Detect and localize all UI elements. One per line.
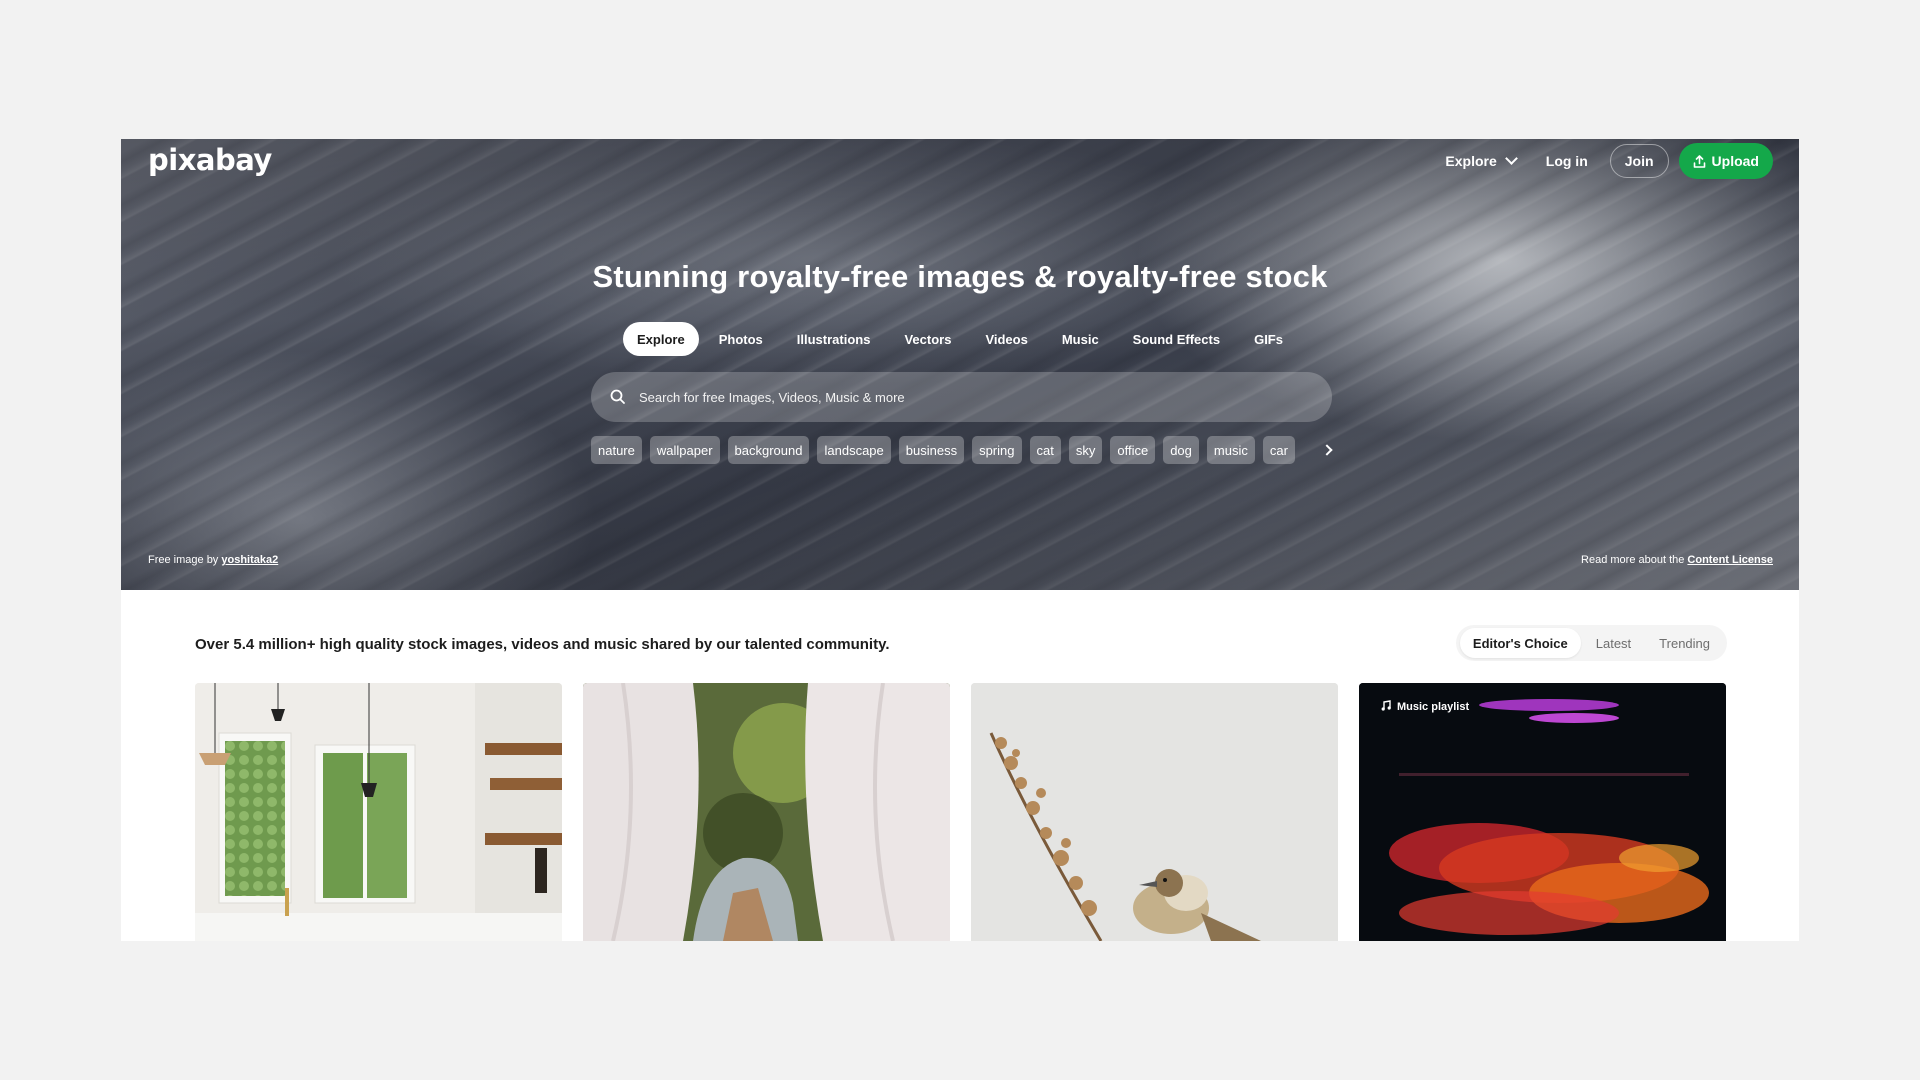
tab-photos[interactable]: Photos: [705, 322, 777, 356]
login-link[interactable]: Log in: [1534, 153, 1600, 169]
popular-tags: nature wallpaper background landscape bu…: [591, 436, 1341, 464]
sort-editors-choice[interactable]: Editor's Choice: [1459, 628, 1581, 658]
tag-landscape[interactable]: landscape: [817, 436, 891, 464]
credit-user-link[interactable]: yoshitaka2: [221, 554, 278, 566]
upload-icon: [1693, 154, 1706, 168]
tag-sky[interactable]: sky: [1068, 436, 1103, 464]
image-tile-curtains[interactable]: [583, 683, 950, 941]
sort-trending[interactable]: Trending: [1646, 628, 1723, 658]
upload-button[interactable]: Upload: [1678, 143, 1773, 179]
media-type-tabs: Explore Photos Illustrations Vectors Vid…: [121, 322, 1799, 356]
tag-office[interactable]: office: [1110, 436, 1156, 464]
chevron-down-icon: [1504, 152, 1518, 165]
search-icon[interactable]: [609, 388, 627, 406]
content-license-link[interactable]: Content License: [1687, 554, 1773, 566]
tag-cat[interactable]: cat: [1029, 436, 1061, 464]
chevron-right-icon[interactable]: [1313, 436, 1341, 464]
music-playlist-tile[interactable]: Music playlist: [1359, 683, 1726, 941]
tag-business[interactable]: business: [898, 436, 965, 464]
tag-car[interactable]: car: [1262, 436, 1295, 464]
sort-toggle: Editor's Choice Latest Trending: [1455, 625, 1727, 661]
tab-explore[interactable]: Explore: [623, 322, 699, 356]
image-tile-kitchen[interactable]: [195, 683, 562, 941]
music-playlist-badge: Music playlist: [1381, 700, 1469, 714]
image-credit: Free image by yoshitaka2: [148, 554, 279, 566]
search-bar: [591, 372, 1332, 422]
tag-nature[interactable]: nature: [591, 436, 642, 464]
tag-dog[interactable]: dog: [1163, 436, 1199, 464]
search-input[interactable]: [637, 388, 1332, 406]
image-tile-bird[interactable]: [971, 683, 1338, 941]
tab-illustrations[interactable]: Illustrations: [783, 322, 885, 356]
tab-videos[interactable]: Videos: [971, 322, 1041, 356]
license-note: Read more about the Content License: [1581, 554, 1773, 566]
hero-banner: pixabay Explore Log in Join Upload Stunn…: [121, 139, 1799, 590]
page-frame: pixabay Explore Log in Join Upload Stunn…: [121, 139, 1799, 941]
tag-background[interactable]: background: [727, 436, 810, 464]
join-button[interactable]: Join: [1609, 144, 1669, 178]
tag-music[interactable]: music: [1206, 436, 1255, 464]
pixabay-logo[interactable]: pixabay: [148, 143, 272, 177]
tab-sound-effects[interactable]: Sound Effects: [1119, 322, 1234, 356]
tag-wallpaper[interactable]: wallpaper: [649, 436, 720, 464]
top-navigation: Explore Log in Join Upload: [1437, 143, 1773, 179]
explore-menu[interactable]: Explore: [1437, 152, 1523, 169]
tab-music[interactable]: Music: [1048, 322, 1113, 356]
tag-spring[interactable]: spring: [972, 436, 1022, 464]
tab-vectors[interactable]: Vectors: [890, 322, 965, 356]
hero-headline: Stunning royalty-free images & royalty-f…: [592, 259, 1328, 294]
community-tagline: Over 5.4 million+ high quality stock ima…: [195, 636, 890, 653]
music-note-icon: [1381, 700, 1392, 714]
sort-latest[interactable]: Latest: [1583, 628, 1644, 658]
tab-gifs[interactable]: GIFs: [1240, 322, 1297, 356]
